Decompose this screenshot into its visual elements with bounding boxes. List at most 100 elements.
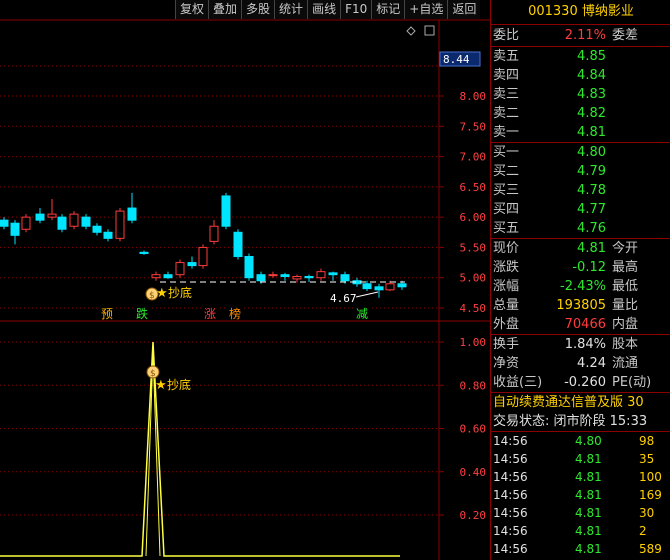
candle <box>0 217 9 230</box>
candle-body <box>175 262 185 276</box>
signal-marker: 涨 <box>203 306 217 321</box>
sell-level-4: 卖四 4.84 <box>493 68 606 83</box>
price-tick-label: 6.50 <box>460 181 487 194</box>
candle-body <box>221 195 231 227</box>
candle <box>92 223 102 236</box>
candle-body <box>397 283 407 288</box>
indicator-tick-label: 1.00 <box>460 336 487 349</box>
candle <box>81 214 91 230</box>
indicator-tick-label: 0.20 <box>460 509 487 522</box>
trade-status: 交易状态: 闭市阶段 15:33 <box>491 412 670 432</box>
stat-row: 净资 4.24 流通 <box>493 356 639 371</box>
candle-body <box>233 231 243 258</box>
stat-row: 收益(三) -0.260 PE(动) <box>493 375 652 390</box>
price-tick-label: 7.50 <box>460 120 487 133</box>
candle <box>304 274 314 282</box>
candle <box>10 220 20 245</box>
candle <box>115 208 125 242</box>
candle-body <box>47 213 57 218</box>
toolbar-btn-mark[interactable]: 标记 <box>371 0 405 19</box>
candle <box>221 192 231 230</box>
candle-body <box>10 222 20 236</box>
tick-row: 14:56 4.81 100 <box>493 470 662 484</box>
candle <box>127 192 137 224</box>
diamond-icon <box>406 26 416 36</box>
candle <box>209 220 219 245</box>
candle <box>35 208 45 224</box>
candle-body <box>340 274 350 282</box>
candle-body <box>127 207 137 221</box>
price-tick-label: 7.00 <box>460 151 487 164</box>
tick-list[interactable]: 14:56 4.80 98 14:56 4.81 35 14:56 4.81 100 14:56 4… <box>491 432 670 558</box>
stat-row: 现价 4.81 今开 <box>493 241 639 256</box>
signal-marker: 减 <box>355 306 369 321</box>
sell-orders: 卖五 4.85 卖四 4.84 卖三 4.83 卖二 4.82 卖一 4.81 <box>491 47 670 143</box>
candle-body <box>209 225 219 242</box>
star-icon: ★ <box>155 378 167 393</box>
indicator-tick-label: 0.80 <box>460 379 487 392</box>
price-tick-label: 5.50 <box>460 241 487 254</box>
candle-body <box>69 213 79 227</box>
toolbar-btn-overlay[interactable]: 叠加 <box>208 0 242 19</box>
indicator-panel <box>0 341 400 557</box>
sell-level-2: 卖二 4.82 <box>493 106 606 121</box>
candle <box>103 229 113 242</box>
stat-row: 涨幅 -2.43% 最低 <box>493 279 639 294</box>
square-icon <box>424 25 435 36</box>
candle-body <box>187 262 197 267</box>
price-tick-label: 6.00 <box>460 211 487 224</box>
candle-body <box>304 276 314 279</box>
indicator-line <box>0 341 400 557</box>
quote-stats: 现价 4.81 今开 涨跌 -0.12 最高 涨幅 -2.43% 最低 总量 193805 量比 外盘 7… <box>491 239 670 335</box>
tick-row: 14:56 4.81 30 <box>493 506 655 520</box>
price-tick-label: 4.50 <box>460 302 487 315</box>
candle <box>233 229 243 260</box>
candle-body <box>316 271 326 279</box>
candle-body <box>362 283 372 290</box>
candle <box>198 244 208 269</box>
kline-chart[interactable]: 8.00 7.50 7.00 6.50 6.00 5.50 5.00 4.50 8.44 1.00… <box>0 0 490 560</box>
toolbar-btn-draw[interactable]: 画线 <box>307 0 341 19</box>
toolbar-btn-stats[interactable]: 统计 <box>274 0 308 19</box>
stat-row: 外盘 70466 内盘 <box>493 317 639 332</box>
candle-body <box>35 213 45 221</box>
stock-title: 001330 博纳影业 <box>491 0 670 25</box>
bottom-signal-label: 抄底 <box>168 285 192 300</box>
candle <box>328 271 338 281</box>
stat-row: 换手 1.84% 股本 <box>493 337 639 352</box>
toolbar-btn-f10[interactable]: F10 <box>340 0 372 19</box>
signal-marker-text: 榜 <box>229 306 241 321</box>
toolbar-btn-fuquan[interactable]: 复权 <box>175 0 209 19</box>
buy-level-3: 买三 4.78 <box>493 183 606 198</box>
candle <box>280 272 290 281</box>
low-price-label: 4.67 <box>330 292 357 305</box>
toolbar-btn-multi[interactable]: 多股 <box>241 0 275 19</box>
buy-level-4: 买四 4.77 <box>493 202 606 217</box>
signal-marker-text: 预 <box>101 307 113 321</box>
candle-body <box>151 274 161 279</box>
toolbar-btn-add-favorite[interactable]: +自选 <box>404 0 448 19</box>
chart-toolbar: 复权 叠加 多股 统计 画线 F10 标记 +自选 返回 <box>175 0 481 20</box>
candle <box>316 268 326 281</box>
candle <box>268 271 278 278</box>
indicator-tick-label: 0.40 <box>460 466 487 479</box>
sell-level-3: 卖三 4.83 <box>493 87 606 102</box>
buy-orders: 买一 4.80 买二 4.79 买三 4.78 买四 4.77 买五 4.76 <box>491 143 670 239</box>
candle-body <box>198 246 208 267</box>
indicator-signal-label: 抄底 <box>167 377 191 392</box>
sell-level-5: 卖五 4.85 <box>493 49 606 64</box>
tick-row: 14:56 4.81 35 <box>493 452 655 466</box>
star-icon: ★ <box>156 286 168 301</box>
quote-panel: 001330 博纳影业 委比 2.11% 委差 卖五 4.85 卖四 4.84 卖三 4.… <box>490 0 670 560</box>
tick-row: 14:56 4.80 98 <box>493 434 655 448</box>
toolbar-btn-back[interactable]: 返回 <box>447 0 481 19</box>
ad-banner[interactable]: 自动续费通达信普及版 30 <box>491 392 670 412</box>
candle-body <box>115 210 125 239</box>
price-axis: 8.00 7.50 7.00 6.50 6.00 5.50 5.00 4.50 8.44 1.00… <box>439 51 487 522</box>
candle-body <box>374 286 384 291</box>
candle <box>47 198 57 221</box>
candle <box>175 259 185 278</box>
candle <box>292 274 302 283</box>
candle-body <box>139 251 149 254</box>
candle-body <box>81 216 91 227</box>
